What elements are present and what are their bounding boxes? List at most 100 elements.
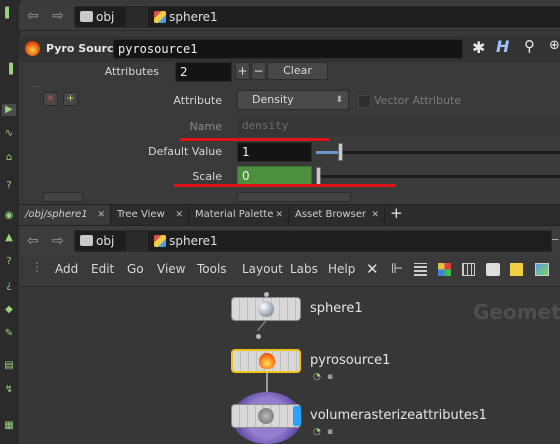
tool-icon[interactable]: ▦ [2, 420, 16, 432]
next-instance-buttons[interactable] [43, 192, 83, 202]
tool-icon[interactable]: ✎ [2, 328, 16, 340]
menu-layout[interactable]: Layout [242, 262, 283, 276]
node-pyrosource1[interactable] [231, 349, 301, 373]
default-value-slider[interactable] [316, 143, 560, 161]
geometry-icon [154, 11, 167, 23]
back-arrow-icon[interactable]: ⇦ [27, 231, 39, 251]
scale-field[interactable]: 0 [237, 166, 312, 186]
tab-obj-sphere1[interactable]: /obj/sphere1 ✕ [19, 205, 111, 225]
vector-attribute-checkbox[interactable] [358, 95, 371, 108]
image-icon[interactable] [535, 263, 549, 276]
node-volumerasterizeattributes1[interactable] [231, 404, 301, 428]
divider [31, 86, 41, 87]
menu-go[interactable]: Go [127, 262, 144, 276]
search-icon[interactable]: ⚲ [524, 37, 535, 55]
default-value-slider-handle[interactable] [338, 143, 343, 161]
tool-icon[interactable]: ? [2, 180, 16, 192]
tool-icon[interactable]: ↯ [2, 384, 16, 396]
tab-material-palette[interactable]: Material Palette ✕ [189, 205, 289, 225]
default-value-field[interactable]: 1 [237, 142, 312, 162]
path-node[interactable]: sphere1 [169, 234, 218, 248]
close-icon[interactable]: ✕ [97, 205, 105, 225]
shape-icon[interactable] [486, 263, 500, 276]
gear-icon[interactable]: ✱ [472, 38, 485, 57]
close-icon[interactable]: ✕ [275, 205, 283, 225]
menu-edit[interactable]: Edit [91, 262, 114, 276]
attribute-dropdown[interactable]: Density ⬍ [237, 90, 349, 110]
node-flag-icon: ◔ [313, 372, 321, 382]
path-separator [126, 231, 149, 251]
lock-icon: ▪ [327, 372, 334, 382]
menu-labs[interactable]: Labs [290, 262, 318, 276]
node-flag-icon: ◔ [313, 427, 321, 437]
scale-slider[interactable] [316, 167, 560, 185]
pin-icon[interactable]: ⎯ [552, 232, 559, 247]
menu-grip-icon: ⋮ [31, 260, 43, 274]
scale-slider-handle[interactable] [316, 167, 321, 185]
new-tab-button[interactable]: + [390, 204, 403, 222]
tree-icon[interactable]: ⊩ [391, 261, 403, 277]
pyro-icon [25, 41, 40, 56]
attribute-dropdown-value: Density [252, 93, 294, 106]
back-arrow-icon[interactable]: ⇦ [27, 6, 39, 26]
attributes-count-field[interactable]: 2 [175, 62, 232, 82]
tab-tree-view[interactable]: Tree View ✕ [111, 205, 189, 225]
tool-icon[interactable]: ▌ [2, 8, 16, 20]
insert-instance-button[interactable]: + [63, 92, 78, 106]
tab-asset-browser[interactable]: Asset Browser ✕ [289, 205, 385, 225]
tool-icon[interactable]: ◉ [2, 210, 16, 222]
close-icon[interactable]: ✕ [371, 205, 379, 225]
tool-icon[interactable]: ▲ [2, 232, 16, 244]
network-path-field[interactable]: obj sphere1 [74, 230, 552, 252]
grid-icon[interactable] [462, 263, 475, 276]
attribute-label: Attribute [173, 94, 222, 107]
help-h-icon[interactable]: H [496, 37, 509, 56]
path-node[interactable]: sphere1 [169, 10, 218, 24]
network-path-bar: ⇦ ⇨ obj sphere1 ⎯ [19, 226, 560, 257]
sphere-icon [258, 301, 274, 317]
name-field: density [237, 116, 560, 136]
close-icon[interactable]: ✕ [175, 205, 183, 225]
clear-button[interactable]: Clear [267, 62, 328, 80]
wrench-icon[interactable]: ✕ [366, 260, 379, 278]
node-name-field[interactable]: pyrosource1 [113, 39, 463, 59]
left-tool-strip: ▌ ▐ ▶ ∿ ⌂ ? ◉ ▲ ? ¿ ◆ ✎ ▤ ↯ ▦ [0, 0, 20, 444]
path-obj[interactable]: obj [96, 10, 114, 24]
tool-icon[interactable]: ◆ [2, 304, 16, 316]
remove-instance-button[interactable]: × [43, 92, 58, 106]
sticky-note-icon[interactable] [510, 263, 523, 276]
tool-icon[interactable]: ⌂ [2, 152, 16, 164]
node-input-port[interactable] [264, 292, 269, 297]
menu-view[interactable]: View [157, 262, 185, 276]
display-flag[interactable] [293, 406, 301, 426]
tool-icon[interactable]: ▐ [2, 64, 16, 76]
tool-icon[interactable]: ▤ [2, 360, 16, 372]
add-attribute-button[interactable]: + [235, 62, 250, 80]
tool-icon[interactable]: ∿ [2, 128, 16, 140]
tab-label: Asset Browser [295, 209, 367, 220]
tab-label: /obj/sphere1 [25, 209, 88, 220]
tool-icon[interactable]: ▶ [2, 104, 16, 116]
menu-tools[interactable]: Tools [197, 262, 227, 276]
tool-icon[interactable]: ¿ [2, 280, 16, 292]
dropdown-arrows-icon: ⬍ [335, 95, 343, 105]
forward-arrow-icon[interactable]: ⇨ [52, 6, 64, 26]
connector-dot[interactable] [256, 334, 261, 339]
wire [266, 372, 268, 394]
menu-add[interactable]: Add [55, 262, 78, 276]
path-field[interactable]: obj sphere1 [74, 6, 560, 28]
list-icon[interactable] [414, 263, 427, 276]
menu-help[interactable]: Help [328, 262, 355, 276]
forward-arrow-icon[interactable]: ⇨ [52, 231, 64, 251]
param-header: Pyro Source pyrosource1 ✱ H ⚲ ⊕ [19, 36, 560, 62]
path-obj[interactable]: obj [96, 234, 114, 248]
volume-icon [258, 408, 274, 424]
tool-icon[interactable]: ? [2, 256, 16, 268]
more-icon[interactable]: ⊕ [549, 38, 560, 53]
remove-attribute-button[interactable]: − [251, 62, 266, 80]
color-palette-icon[interactable] [438, 263, 451, 276]
vector-attribute-label: Vector Attribute [374, 94, 462, 107]
object-icon [80, 235, 93, 246]
node-sphere1[interactable] [231, 297, 301, 321]
next-instance-dropdown[interactable] [237, 192, 351, 202]
